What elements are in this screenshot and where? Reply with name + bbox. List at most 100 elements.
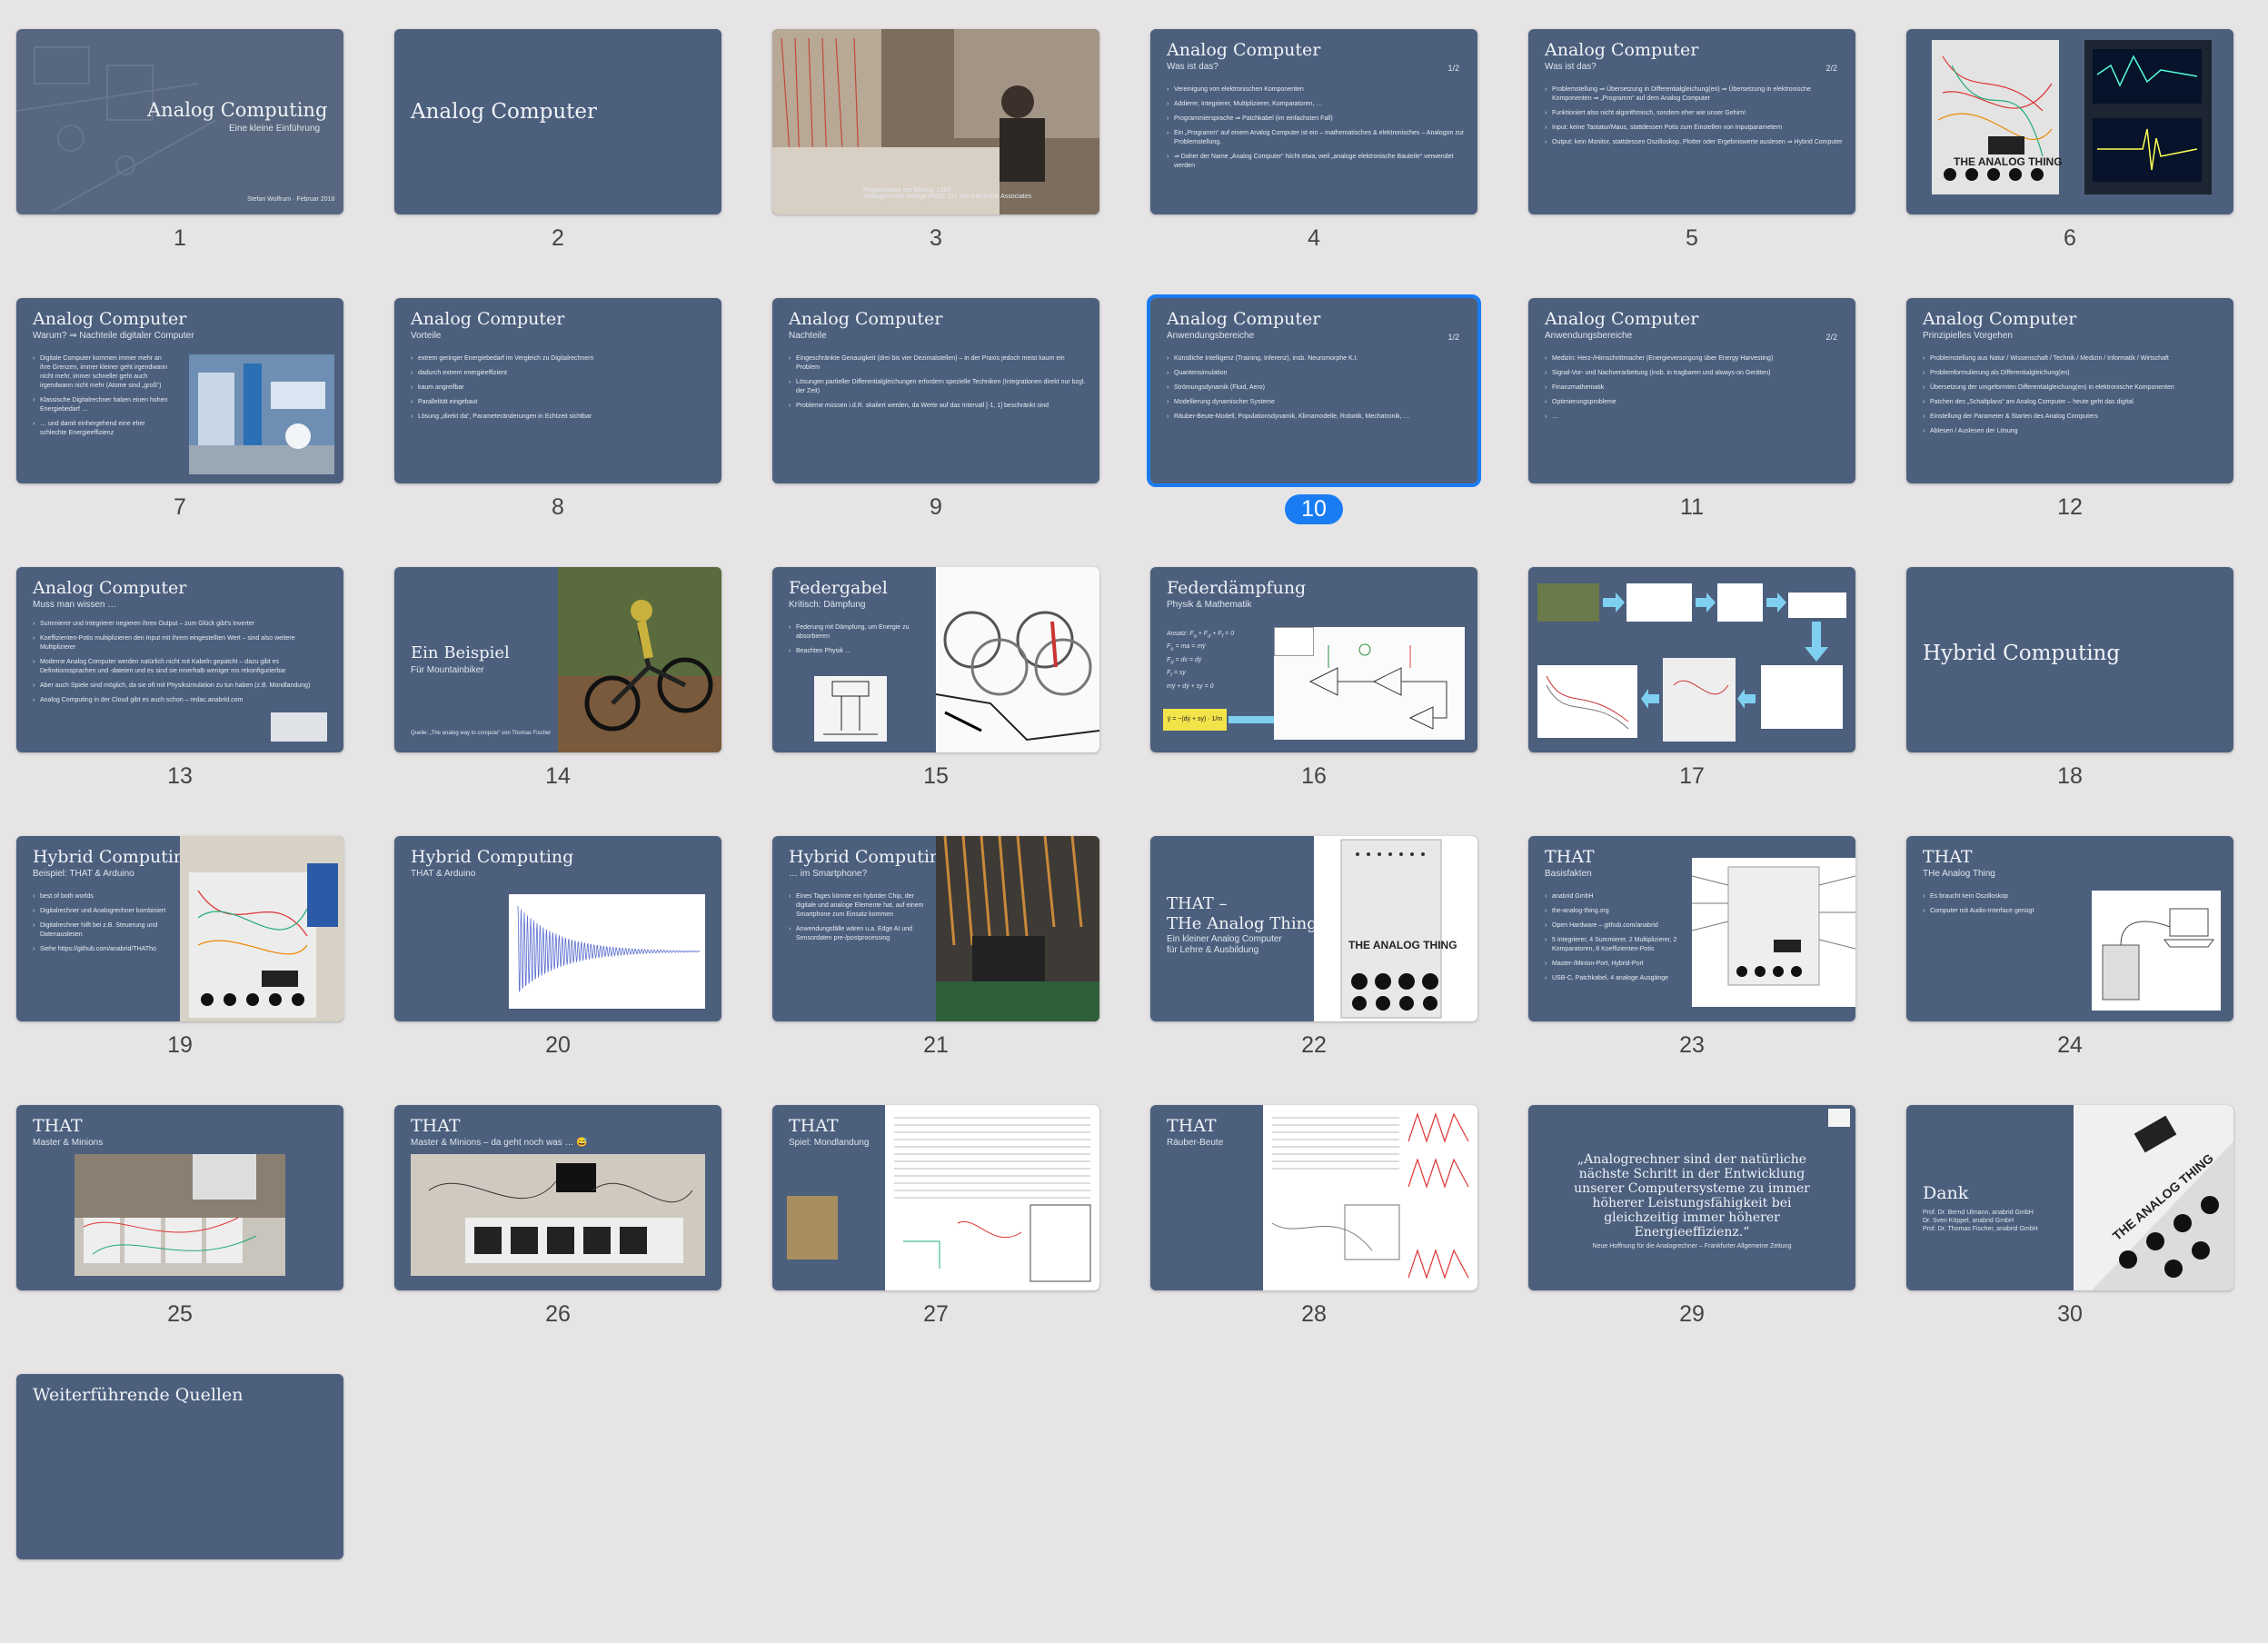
- slide-title: THAT: [789, 1116, 839, 1136]
- slide-thumbnail-13[interactable]: Analog Computer Muss man wissen … Summie…: [16, 567, 343, 752]
- slide-thumbnail-2[interactable]: Analog Computer: [394, 29, 721, 214]
- slide-title: Analog Computer: [1545, 309, 1699, 329]
- bullet: Medizin: Herz-/Hirnschrittmacher (Energi…: [1545, 354, 1843, 363]
- bullet: Digitalrechner und Analogrechner kombini…: [33, 907, 171, 916]
- bullet: Problemstellung aus Natur / Wissenschaft…: [1923, 354, 2221, 363]
- bullet: Master-/Minion-Port, Hybrid-Port: [1545, 960, 1683, 969]
- slide-thumbnail-3[interactable]: Flugsimulator bei Boeing, 1960 Analogrec…: [772, 29, 1099, 214]
- bullet: Anwendungsfälle wären u.a. Edge AI und S…: [789, 925, 927, 943]
- slide-thumbnail-8[interactable]: Analog Computer Vorteile extrem geringer…: [394, 298, 721, 483]
- slide-thumbnail-29[interactable]: „Analogrechner sind der natürliche nächs…: [1528, 1105, 1855, 1290]
- slide-thumbnail-11[interactable]: Analog Computer Anwendungsbereiche 2/2 M…: [1528, 298, 1855, 483]
- slide-number: 13: [167, 763, 193, 789]
- slide-title: Analog Computer: [411, 100, 598, 124]
- slide-bullets: Problemstellung aus Natur / Wissenschaft…: [1923, 354, 2221, 442]
- bullet: Summierer und Integrierer negieren ihren…: [33, 620, 331, 629]
- many-minions-photo: [411, 1154, 705, 1276]
- slide-thumbnail-6[interactable]: THE ANALOG THING: [1906, 29, 2233, 214]
- bullet: Digitalrechner hilft bei z.B. Steuerung …: [33, 921, 171, 940]
- slide-thumbnail-5[interactable]: Analog Computer Was ist das? 2/2 Problem…: [1528, 29, 1855, 214]
- slide-cell-17: 17: [1528, 567, 1855, 836]
- slide-thumbnail-25[interactable]: THAT Master & Minions: [16, 1105, 343, 1290]
- slide-thumbnail-1[interactable]: Analog Computing Eine kleine Einführung …: [16, 29, 343, 214]
- bullet: Federung mit Dämpfung, um Energie zu abs…: [789, 623, 927, 642]
- bullet: Lösungen partieller Differentialgleichun…: [789, 378, 1087, 396]
- slide-number: 4: [1308, 225, 1320, 251]
- datacenter-cooling-photo: [189, 354, 334, 474]
- slide-thumbnail-22[interactable]: THAT – THe Analog Thing Ein kleiner Anal…: [1150, 836, 1477, 1021]
- slide-thumbnail-12[interactable]: Analog Computer Prinzipielles Vorgehen P…: [1906, 298, 2233, 483]
- slide-thumbnail-19[interactable]: Hybrid Computing Beispiel: THAT & Arduin…: [16, 836, 343, 1021]
- slide-cell-16: Federdämpfung Physik & Mathematik Ansatz…: [1150, 567, 1477, 836]
- spring-inset: [1274, 627, 1314, 656]
- slide-thumbnail-20[interactable]: Hybrid Computing THAT & Arduino: [394, 836, 721, 1021]
- slide-subtitle: Kritisch: Dämpfung: [789, 600, 866, 610]
- moonlanding-paper-page: [885, 1105, 1099, 1290]
- slide-subtitle: Warum? ⇒ Nachteile digitaler Computer: [33, 331, 194, 341]
- bullet: Eines Tages könnte ein hybrider Chip, de…: [789, 892, 927, 920]
- spring-damper-diagram: [814, 676, 887, 742]
- slide-title: Federdämpfung: [1167, 578, 1307, 598]
- slide-thumbnail-18[interactable]: Hybrid Computing: [1906, 567, 2233, 752]
- slide-cell-8: Analog Computer Vorteile extrem geringer…: [394, 298, 721, 567]
- slide-bullets: Problemstellung ⇒ Übersetzung in Differe…: [1545, 85, 1843, 153]
- slide-thumbnail-10[interactable]: Analog Computer Anwendungsbereiche 1/2 K…: [1147, 294, 1481, 487]
- bullet: Es braucht kein Oszilloskop: [1923, 892, 2061, 901]
- slide-bullets: Künstliche Intelligenz (Training, Infere…: [1167, 354, 1465, 427]
- slide-subtitle: Physik & Mathematik: [1167, 600, 1252, 610]
- slide-thumbnail-16[interactable]: Federdämpfung Physik & Mathematik Ansatz…: [1150, 567, 1477, 752]
- slide-title: Dank: [1923, 1183, 1969, 1203]
- slide-cell-10: Analog Computer Anwendungsbereiche 1/2 K…: [1147, 294, 1481, 567]
- bullet: Räuber-Beute-Modell, Populationsdynamik,…: [1167, 413, 1465, 422]
- bullet: Digitale Computer kommen immer mehr an i…: [33, 354, 171, 391]
- slide-subtitle: Muss man wissen …: [33, 600, 117, 610]
- slide-number: 11: [1680, 494, 1704, 520]
- slide-cell-15: Federgabel Kritisch: Dämpfung Federung m…: [772, 567, 1099, 836]
- slide-subtitle: Nachteile: [789, 331, 827, 341]
- bullet: Quantensimulation: [1167, 369, 1465, 378]
- slide-cell-27: THAT Spiel: Mondlandung 27: [772, 1105, 1099, 1374]
- slide-thumbnail-9[interactable]: Analog Computer Nachteile Eingeschränkte…: [772, 298, 1099, 483]
- slide-thumbnail-27[interactable]: THAT Spiel: Mondlandung: [772, 1105, 1099, 1290]
- bullet: Problemformulierung als Differentialglei…: [1923, 369, 2221, 378]
- bullet: anabrid GmbH: [1545, 892, 1683, 901]
- slide-thumbnail-17[interactable]: [1528, 567, 1855, 752]
- bullet: Ablesen / Auslesen der Lösung: [1923, 427, 2221, 436]
- slide-thumbnail-30[interactable]: Dank Prof. Dr. Bernd Ulmann, anabrid Gmb…: [1906, 1105, 2233, 1290]
- slide-thumbnail-21[interactable]: Hybrid Computing … im Smartphone? Eines …: [772, 836, 1099, 1021]
- slide-bullets: Digitale Computer kommen immer mehr an i…: [33, 354, 171, 443]
- slide-thumbnail-4[interactable]: Analog Computer Was ist das? 1/2 Vereini…: [1150, 29, 1477, 214]
- bullet: Problemstellung ⇒ Übersetzung in Differe…: [1545, 85, 1843, 104]
- slide-cell-2: Analog Computer 2: [394, 29, 721, 298]
- slide-thumbnail-26[interactable]: THAT Master & Minions – da geht noch was…: [394, 1105, 721, 1290]
- slide-thumbnail-31[interactable]: Weiterführende Quellen: [16, 1374, 343, 1559]
- slide-subtitle: THe Analog Thing: [1923, 869, 1995, 879]
- analog-thing-closeup-photo: THE ANALOG THING: [2074, 1105, 2233, 1290]
- slide-thumbnail-24[interactable]: THAT THe Analog Thing Es braucht kein Os…: [1906, 836, 2233, 1021]
- bullet: Moderne Analog Computer werden natürlich…: [33, 658, 331, 676]
- slide-subtitle: Was ist das?: [1545, 62, 1597, 72]
- bullet: Beachten Physik …: [789, 647, 927, 656]
- that-arduino-photo: [180, 836, 343, 1021]
- moonlander-thumbnail: [787, 1196, 838, 1260]
- slide-quote: „Analogrechner sind der natürliche nächs…: [1574, 1152, 1810, 1240]
- slide-thumbnail-28[interactable]: THAT Räuber-Beute: [1150, 1105, 1477, 1290]
- slide-number: 6: [2064, 225, 2076, 251]
- slide-title: THAT: [1545, 847, 1595, 867]
- slide-subtitle: … im Smartphone?: [789, 869, 868, 879]
- slide-thumbnail-15[interactable]: Federgabel Kritisch: Dämpfung Federung m…: [772, 567, 1099, 752]
- slide-number: 1: [174, 225, 186, 251]
- bullet: Einstellung der Parameter & Starten des …: [1923, 413, 2221, 422]
- bullet: Aber auch Spiele sind möglich, da sie of…: [33, 682, 331, 691]
- slide-cell-21: Hybrid Computing … im Smartphone? Eines …: [772, 836, 1099, 1105]
- bullet: dadurch extrem energieeffizient: [411, 369, 709, 378]
- bullet: kaum angreifbar: [411, 383, 709, 393]
- slide-number: 27: [923, 1301, 949, 1327]
- slide-subtitle: Anwendungsbereiche: [1167, 331, 1255, 341]
- slide-subtitle: Was ist das?: [1167, 62, 1219, 72]
- slide-number: 23: [1679, 1032, 1705, 1058]
- slide-thumbnail-23[interactable]: THAT Basisfakten anabrid GmbH the-analog…: [1528, 836, 1855, 1021]
- chip-board-photo: [936, 836, 1099, 1021]
- slide-thumbnail-7[interactable]: Analog Computer Warum? ⇒ Nachteile digit…: [16, 298, 343, 483]
- slide-thumbnail-14[interactable]: Ein Beispiel Für Mountainbiker Quelle: „…: [394, 567, 721, 752]
